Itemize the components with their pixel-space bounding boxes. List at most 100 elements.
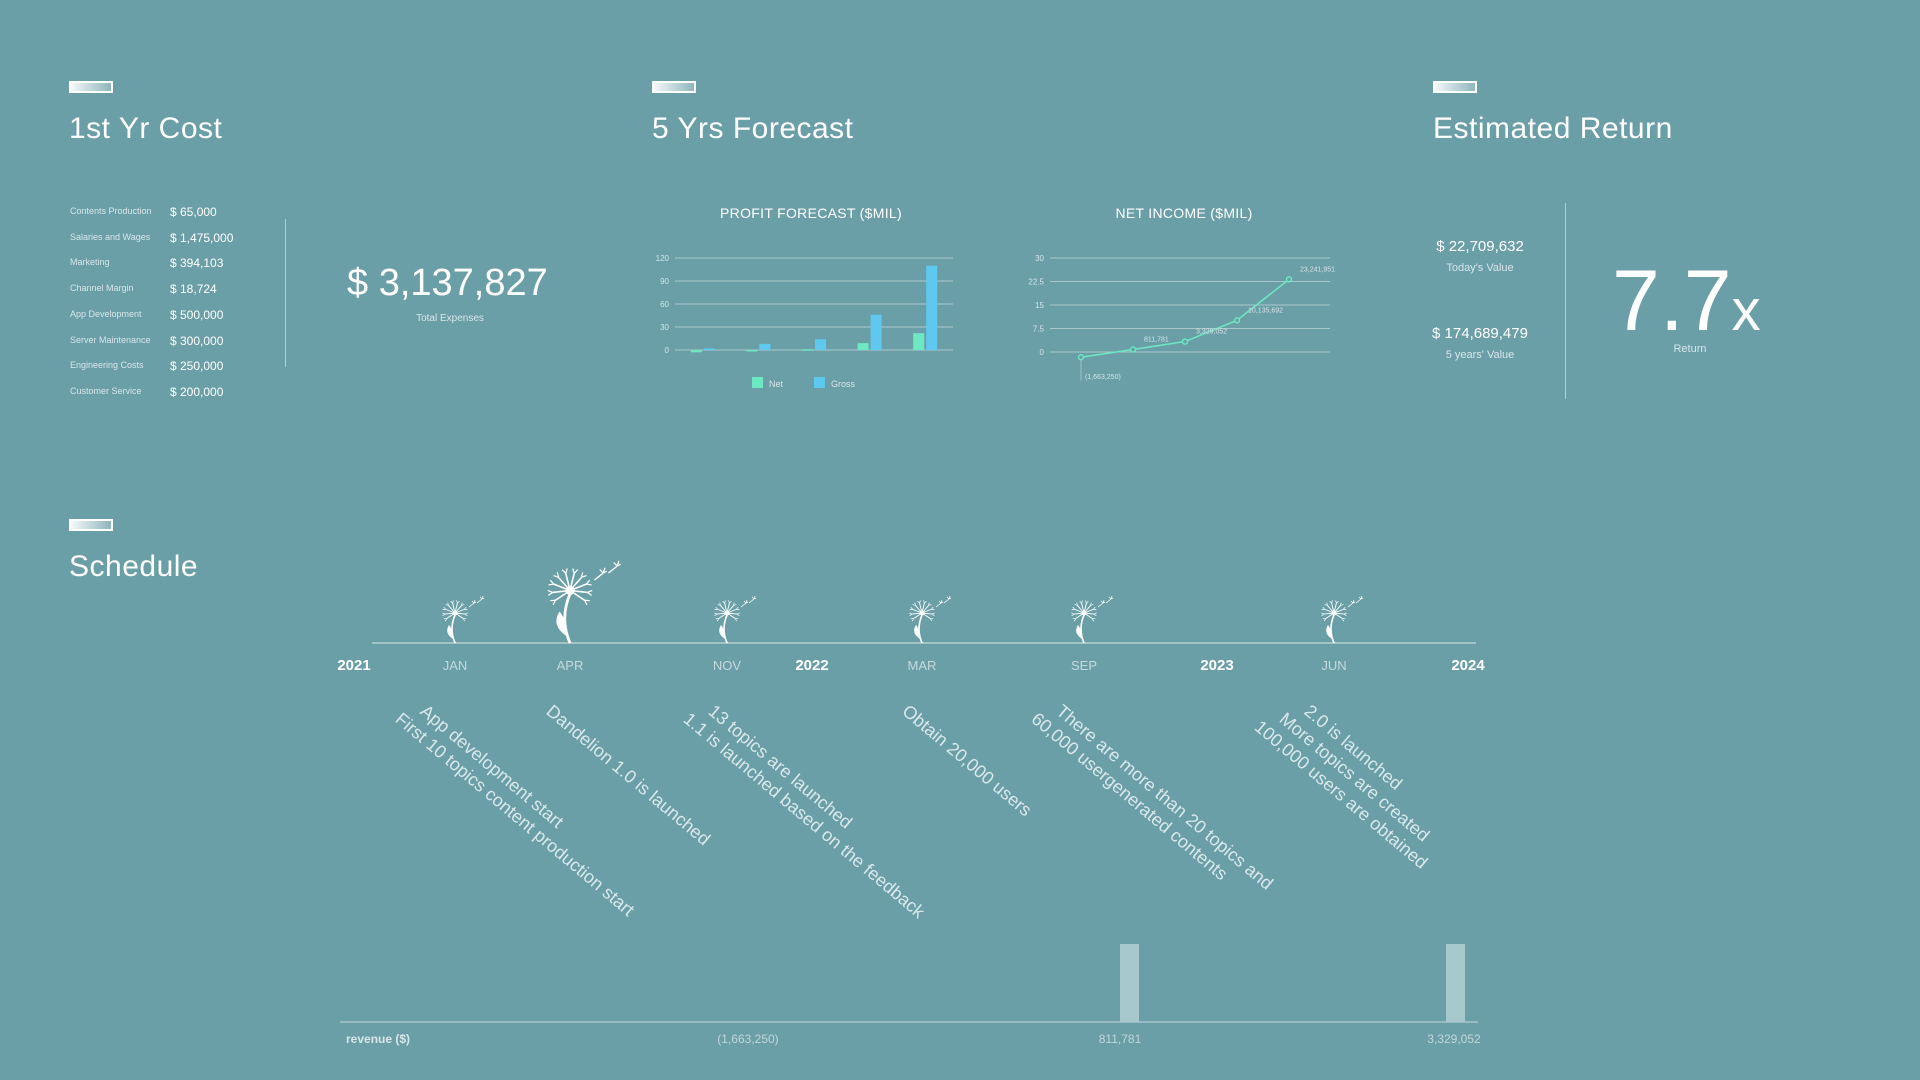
dandelion-seed-tuft (586, 583, 592, 586)
y-tick-label: 30 (1035, 254, 1044, 263)
floating-seed-tuft (1100, 599, 1106, 604)
cost-item-value: $ 200,000 (170, 384, 224, 399)
cost-item-label: Engineering Costs (70, 360, 144, 371)
revenue-bar-chart (340, 944, 1478, 1023)
y-tick-label: 7.5 (1033, 325, 1045, 334)
gross-bar (926, 265, 938, 350)
timeline-year: 2024 (1451, 657, 1485, 674)
dandelion-stem (563, 593, 572, 644)
timeline-month: JAN (442, 658, 468, 673)
dandelion-seed-tuft (1321, 612, 1325, 615)
revenue-value: 811,781 (1098, 1032, 1142, 1046)
dandelion-seed-tuft (714, 612, 718, 615)
dandelion-seed-tuft (909, 612, 913, 615)
total-expenses-caption: Total Expenses (416, 313, 484, 324)
floating-seed (594, 572, 604, 581)
dandelion-seed-tuft (572, 568, 575, 574)
milestone-line: 1.1 is launched based on the feedback (679, 708, 929, 923)
dandelion-seed-tuft (1343, 612, 1347, 615)
point-label: (1,663,250) (1085, 374, 1121, 381)
dandelion-seed-tuft (547, 589, 553, 593)
dandelion-seed-tuft (1335, 600, 1337, 604)
dandelion-stem (451, 614, 456, 644)
cost-item-value: $ 300,000 (170, 333, 224, 348)
cost-item-value: $ 65,000 (170, 205, 217, 219)
five-year-value: $ 174,689,479 (1432, 325, 1528, 342)
floating-seed-tuft (1358, 595, 1364, 600)
milestone-text: There are more than 20 topics and 60,000 … (1028, 700, 1278, 911)
dandelion-seed-tuft (715, 606, 718, 610)
dandelion-seed-tuft (736, 613, 740, 617)
cost-item-value: $ 1,475,000 (170, 230, 234, 245)
point-label: 10,135,692 (1248, 307, 1283, 314)
dandelion-seed-tuft (917, 600, 920, 604)
floating-seed-tuft (743, 599, 749, 604)
cost-item-label: App Development (70, 308, 142, 319)
dandelion-seed-tuft (736, 606, 739, 610)
dandelion-seed-tuft (450, 600, 453, 604)
cost-item-label: Salaries and Wages (70, 231, 151, 242)
dandelion-seed-tuft (924, 600, 927, 604)
dandelion-seed-tuft (724, 600, 726, 604)
floating-seed (935, 602, 942, 608)
dandelion-seed-tuft (1085, 600, 1087, 604)
return-divider (1565, 203, 1566, 399)
dandelion-seed-tuft (464, 612, 468, 615)
floating-seed (608, 565, 618, 574)
dandelion-seed-tuft (1321, 613, 1325, 617)
profit-chart-title: PROFIT FORECAST ($MIL) (720, 205, 902, 221)
y-tick-label: 15 (1035, 301, 1044, 310)
revenue-value: 3,329,052 (1427, 1032, 1481, 1046)
profit-forecast-chart: 0 30 60 90 120 Net Gross (656, 254, 953, 389)
timeline-year: 2021 (337, 657, 371, 674)
dandelion-stem (723, 614, 728, 644)
return-section-title: Estimated Return (1433, 112, 1673, 145)
floating-seed-tuft (471, 599, 477, 604)
dandelion-seed-tuft (1093, 613, 1097, 617)
floating-seed (740, 602, 747, 608)
legend-label: Net (769, 379, 784, 389)
dandelion-seed-tuft (548, 583, 554, 586)
cost-divider (285, 219, 286, 367)
dandelion-seed-tuft (1322, 606, 1325, 610)
dandelion-seed-tuft (1093, 612, 1097, 615)
floating-seed-tuft (599, 567, 608, 574)
milestone-line: App development start (416, 700, 568, 832)
y-tick-label: 22.5 (1028, 278, 1044, 287)
floating-seed-tuft (938, 599, 944, 604)
dandelion-seed-tuft (565, 568, 568, 574)
dandelion-seed-tuft (547, 591, 553, 596)
dandelion-seed-tuft (452, 600, 454, 604)
floating-seed-tuft (1350, 599, 1356, 604)
dandelion-seed-tuft (722, 600, 725, 604)
cost-item-value: $ 18,724 (170, 282, 217, 297)
cost-section-title: 1st Yr Cost (69, 112, 223, 145)
dandelion-seed-tuft (1071, 612, 1075, 615)
dandelion-seed-tuft (457, 600, 460, 604)
dandelion-seed-tuft (561, 569, 567, 574)
dandelion-seed-tuft (1329, 600, 1332, 604)
return-multiplier-value: 7.7 (1612, 253, 1732, 349)
dandelion-seed-tuft (442, 613, 446, 617)
dandelion-icon (1321, 595, 1364, 644)
dandelion-seed-tuft (729, 600, 732, 604)
floating-seed (1347, 602, 1354, 608)
cost-item-label: Marketing (70, 257, 110, 268)
dandelion-stem (1080, 614, 1085, 644)
section-marker (652, 81, 696, 93)
todays-value-caption: Today's Value (1446, 262, 1514, 274)
dandelion-seed-tuft (1331, 600, 1333, 604)
milestone-line: There are more than 20 topics and (1052, 700, 1277, 894)
dandelion-seed-tuft (587, 591, 593, 596)
return-multiplier: 7.7x (1612, 258, 1761, 344)
net-bar (802, 349, 813, 351)
dandelion-seed-tuft (919, 600, 921, 604)
milestone-text: 2.0 is launched More topics are created 10… (1251, 700, 1461, 873)
dandelion-seed-tuft (1336, 600, 1339, 604)
dandelion-seed-tuft (573, 569, 579, 574)
revenue-bar (1120, 944, 1139, 1022)
net-income-point (1233, 317, 1241, 324)
floating-seed-tuft (1108, 595, 1114, 600)
dandelion-seed-tuft (909, 613, 913, 617)
gross-bar (870, 314, 882, 350)
